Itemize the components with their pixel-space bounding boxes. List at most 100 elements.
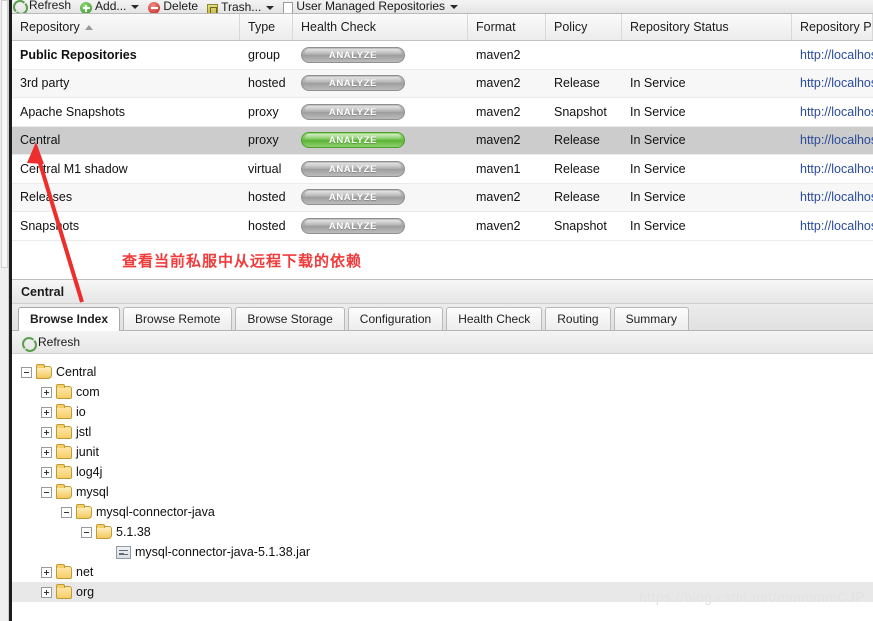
tree-node[interactable]: Central xyxy=(21,362,873,382)
folder-icon xyxy=(56,563,72,579)
trash-icon xyxy=(207,4,219,13)
nexus-repository-manager: Refresh Add... Delete Trash... User Managed … xyxy=(0,0,873,621)
tree-node[interactable]: mysql-connector-java xyxy=(21,502,873,522)
repository-path-link[interactable]: http://localhos xyxy=(792,190,873,204)
analyze-button[interactable]: ANALYZE xyxy=(301,160,405,177)
table-cell: 3rd party xyxy=(20,76,70,91)
table-cell: maven2 xyxy=(476,190,521,205)
grid-column-header[interactable]: Repository Pa xyxy=(792,14,873,40)
table-cell: Release xyxy=(554,76,600,91)
grid-column-header[interactable]: Repository Status xyxy=(622,14,792,40)
table-cell: Releases xyxy=(20,190,73,205)
table-row[interactable]: Snapshots hosted ANALYZE maven2 Snapshot In S… xyxy=(12,212,873,241)
annotation-band: 查看当前私服中从远程下载的依赖 xyxy=(12,242,873,280)
tree-node[interactable]: jstl xyxy=(21,422,873,442)
toolbar-button-label: Delete xyxy=(163,0,199,13)
tree-node[interactable]: net xyxy=(21,562,873,582)
table-row[interactable]: Public Repositories group ANALYZE maven2 htt… xyxy=(12,41,873,70)
toolbar-button-label: Refresh xyxy=(29,0,72,12)
table-cell: Snapshots xyxy=(20,218,80,233)
repository-path-link[interactable]: http://localhos xyxy=(792,219,873,233)
expand-icon[interactable] xyxy=(41,426,52,438)
table-cell: Snapshot xyxy=(554,104,607,119)
expand-icon[interactable] xyxy=(41,566,52,578)
tree-node[interactable]: junit xyxy=(21,442,873,462)
toolbar-button-trash[interactable]: Trash... xyxy=(207,0,275,13)
tree-node[interactable]: mysql-connector-java-5.1.38.jar xyxy=(21,542,873,562)
refresh-icon xyxy=(12,0,27,13)
analyze-button[interactable]: ANALYZE xyxy=(301,132,405,149)
analyze-button[interactable]: ANALYZE xyxy=(301,75,405,92)
analyze-button[interactable]: ANALYZE xyxy=(301,189,405,206)
analyze-button-label: ANALYZE xyxy=(328,163,378,175)
tree-node[interactable]: log4j xyxy=(21,462,873,482)
expand-icon[interactable] xyxy=(41,386,52,398)
tab-browse-index[interactable]: Browse Index xyxy=(18,307,121,331)
grid-column-header[interactable]: Format xyxy=(468,14,546,40)
tree-node[interactable]: mysql xyxy=(21,482,873,502)
expand-icon[interactable] xyxy=(41,466,52,478)
toolbar-button-delete[interactable]: Delete xyxy=(148,0,198,13)
toolbar-button-user-managed-repositories[interactable]: User Managed Repositories xyxy=(283,0,459,13)
tab-configuration[interactable]: Configuration xyxy=(347,307,444,330)
chevron-down-icon[interactable] xyxy=(131,5,140,9)
collapse-icon[interactable] xyxy=(21,366,32,378)
repository-path-link[interactable]: http://localhos xyxy=(792,76,873,90)
folder-open-icon xyxy=(76,503,92,519)
tab-summary[interactable]: Summary xyxy=(613,307,689,330)
grid-column-header-label: Repository Pa xyxy=(800,20,873,34)
grid-column-header[interactable]: Repository xyxy=(12,14,240,40)
table-cell: In Service xyxy=(630,104,686,119)
table-row[interactable]: Apache Snapshots proxy ANALYZE maven2 Snapsh… xyxy=(12,98,873,127)
repository-path-link[interactable]: http://localhos xyxy=(792,48,873,62)
scrollbar-thumb[interactable] xyxy=(1,0,8,268)
toolbar-button-add[interactable]: Add... xyxy=(80,0,140,13)
analyze-button[interactable]: ANALYZE xyxy=(301,217,405,234)
chevron-down-icon[interactable] xyxy=(266,5,275,10)
table-cell: ANALYZE xyxy=(293,46,468,63)
repository-path-link[interactable]: http://localhos xyxy=(792,133,873,147)
expand-icon[interactable] xyxy=(41,586,52,598)
table-cell: hosted xyxy=(248,190,286,205)
table-row[interactable]: Central M1 shadow virtual ANALYZE maven1 Rel… xyxy=(12,155,873,184)
analyze-button[interactable]: ANALYZE xyxy=(301,46,405,63)
collapse-icon[interactable] xyxy=(41,486,52,498)
grid-header-row: Repository Type Health Check Format Policy Re… xyxy=(12,14,873,41)
tab-browse-storage[interactable]: Browse Storage xyxy=(235,307,345,330)
repository-path-link[interactable]: http://localhos xyxy=(792,105,873,119)
collapse-icon[interactable] xyxy=(61,506,72,518)
table-row[interactable]: 3rd party hosted ANALYZE maven2 Release In Se… xyxy=(12,69,873,98)
tree-node[interactable]: com xyxy=(21,382,873,402)
analyze-button[interactable]: ANALYZE xyxy=(301,103,405,120)
tab-health-check[interactable]: Health Check xyxy=(446,307,543,330)
tab-browse-remote[interactable]: Browse Remote xyxy=(123,307,233,330)
tree-node[interactable]: 5.1.38 xyxy=(21,522,873,542)
table-cell: ANALYZE xyxy=(293,75,468,92)
tree-node-label: io xyxy=(76,405,86,419)
toolbar-button-refresh[interactable]: Refresh xyxy=(12,0,72,13)
expand-icon[interactable] xyxy=(41,446,52,458)
collapse-icon[interactable] xyxy=(81,526,92,538)
tree-node[interactable]: io xyxy=(21,402,873,422)
folder-open-icon xyxy=(56,483,72,499)
analyze-button-label: ANALYZE xyxy=(328,135,378,147)
grid-column-header[interactable]: Policy xyxy=(546,14,622,40)
table-cell: In Service xyxy=(630,218,686,233)
detail-panel-title: Central xyxy=(12,280,873,304)
tab-routing[interactable]: Routing xyxy=(545,307,611,330)
tree-refresh-button[interactable]: Refresh xyxy=(38,335,80,349)
outer-vertical-scrollbar[interactable] xyxy=(0,0,9,621)
repository-path-link[interactable]: http://localhos xyxy=(792,162,873,176)
repository-grid: Repository Type Health Check Format Policy Re… xyxy=(12,14,873,242)
folder-open-icon xyxy=(96,523,112,539)
folder-icon xyxy=(56,463,72,479)
table-row[interactable]: Central proxy ANALYZE maven2 Release In Servi… xyxy=(12,126,873,155)
table-cell: maven1 xyxy=(476,161,521,176)
folder-icon xyxy=(56,403,72,419)
grid-column-header[interactable]: Health Check xyxy=(293,14,468,40)
table-row[interactable]: Releases hosted ANALYZE maven2 Release In Ser… xyxy=(12,183,873,212)
expand-icon[interactable] xyxy=(41,406,52,418)
chevron-down-icon[interactable] xyxy=(450,5,459,9)
grid-column-header[interactable]: Type xyxy=(240,14,293,40)
